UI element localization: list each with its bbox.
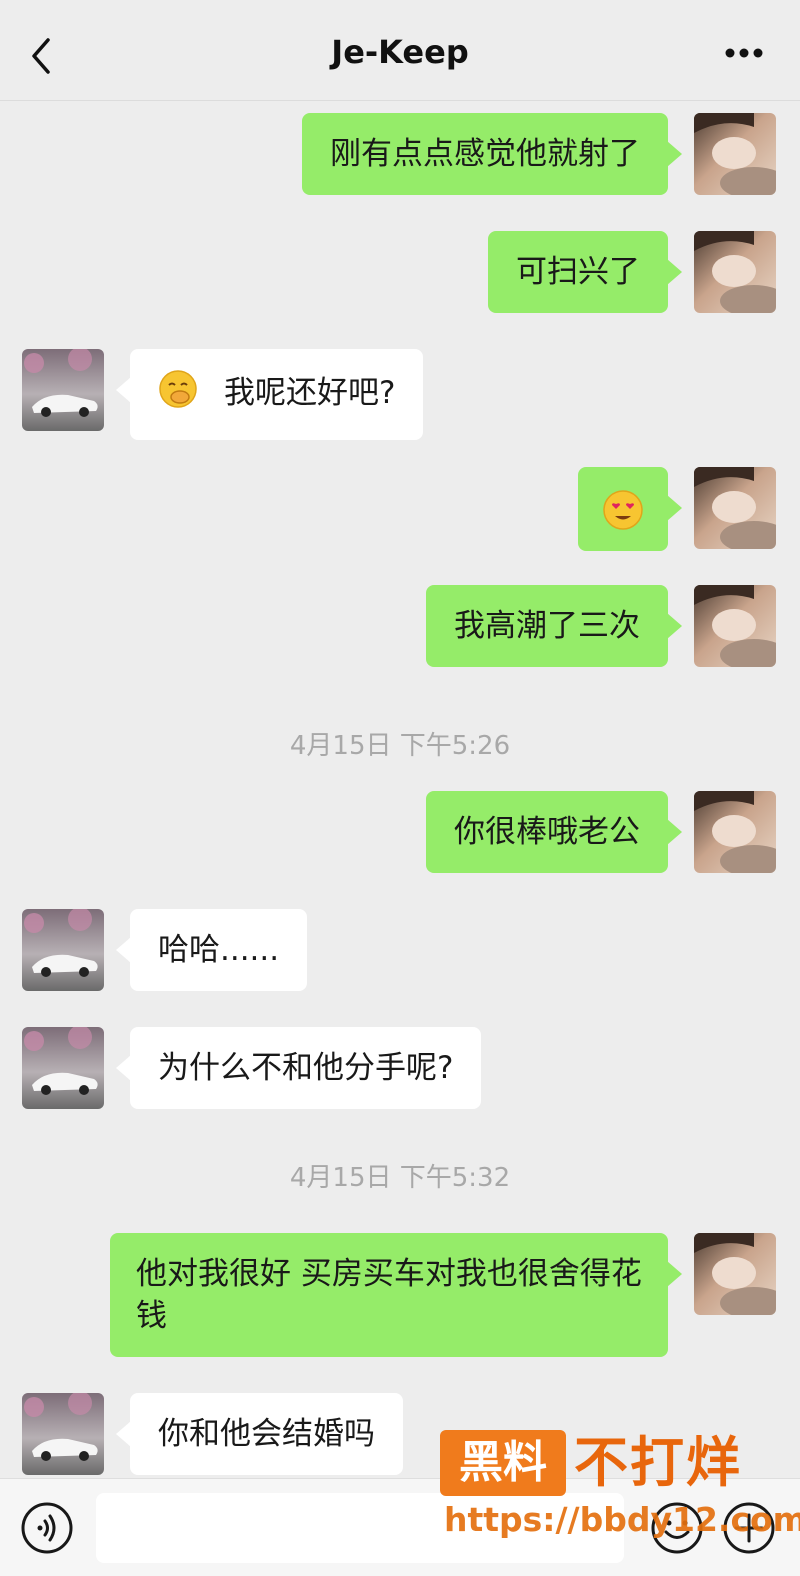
contact-message-bubble[interactable]: 哈哈......	[115, 909, 308, 991]
more-options-icon[interactable]	[724, 46, 764, 60]
my-message-bubble[interactable]: 刚有点点感觉他就射了	[302, 113, 682, 195]
my-avatar[interactable]	[694, 585, 776, 667]
my-avatar[interactable]	[694, 791, 776, 873]
timestamp: 4月15日 下午5:32	[289, 1163, 511, 1193]
contact-message-bubble[interactable]: 我呢还好吧?	[115, 349, 424, 440]
contact-avatar[interactable]	[22, 909, 104, 991]
shy-face-emoji-icon	[158, 369, 198, 420]
site-watermark: 黑料 不打烊 https://bbdy12.com	[440, 1428, 800, 1568]
contact-avatar[interactable]	[22, 1393, 104, 1475]
my-message-bubble[interactable]: 我高潮了三次	[426, 585, 682, 667]
contact-message-bubble[interactable]: 你和他会结婚吗	[116, 1393, 403, 1475]
chat-title: Je-Keep	[331, 33, 469, 71]
my-message-bubble[interactable]: 你很棒哦老公	[426, 791, 682, 873]
my-avatar[interactable]	[694, 1233, 776, 1315]
watermark-text: 不打烊	[574, 1431, 742, 1494]
watermark-badge: 黑料	[440, 1430, 566, 1496]
voice-input-icon[interactable]	[20, 1501, 74, 1555]
my-message-bubble[interactable]	[578, 467, 682, 551]
my-avatar[interactable]	[694, 467, 776, 549]
watermark-url: https://bbdy12.com	[444, 1500, 800, 1539]
my-message-bubble[interactable]: 他对我很好 买房买车对我也很舍得花钱	[110, 1233, 682, 1357]
message-text: 我呢还好吧?	[224, 375, 396, 411]
my-avatar[interactable]	[694, 231, 776, 313]
timestamp: 4月15日 下午5:26	[289, 731, 511, 761]
contact-avatar[interactable]	[22, 1027, 104, 1109]
contact-avatar[interactable]	[22, 349, 104, 431]
heart-eyes-emoji-icon	[603, 489, 643, 530]
contact-message-bubble[interactable]: 为什么不和他分手呢?	[115, 1027, 482, 1109]
my-message-bubble[interactable]: 可扫兴了	[488, 231, 682, 313]
chat-header: Je-Keep	[0, 0, 800, 101]
my-avatar[interactable]	[694, 113, 776, 195]
